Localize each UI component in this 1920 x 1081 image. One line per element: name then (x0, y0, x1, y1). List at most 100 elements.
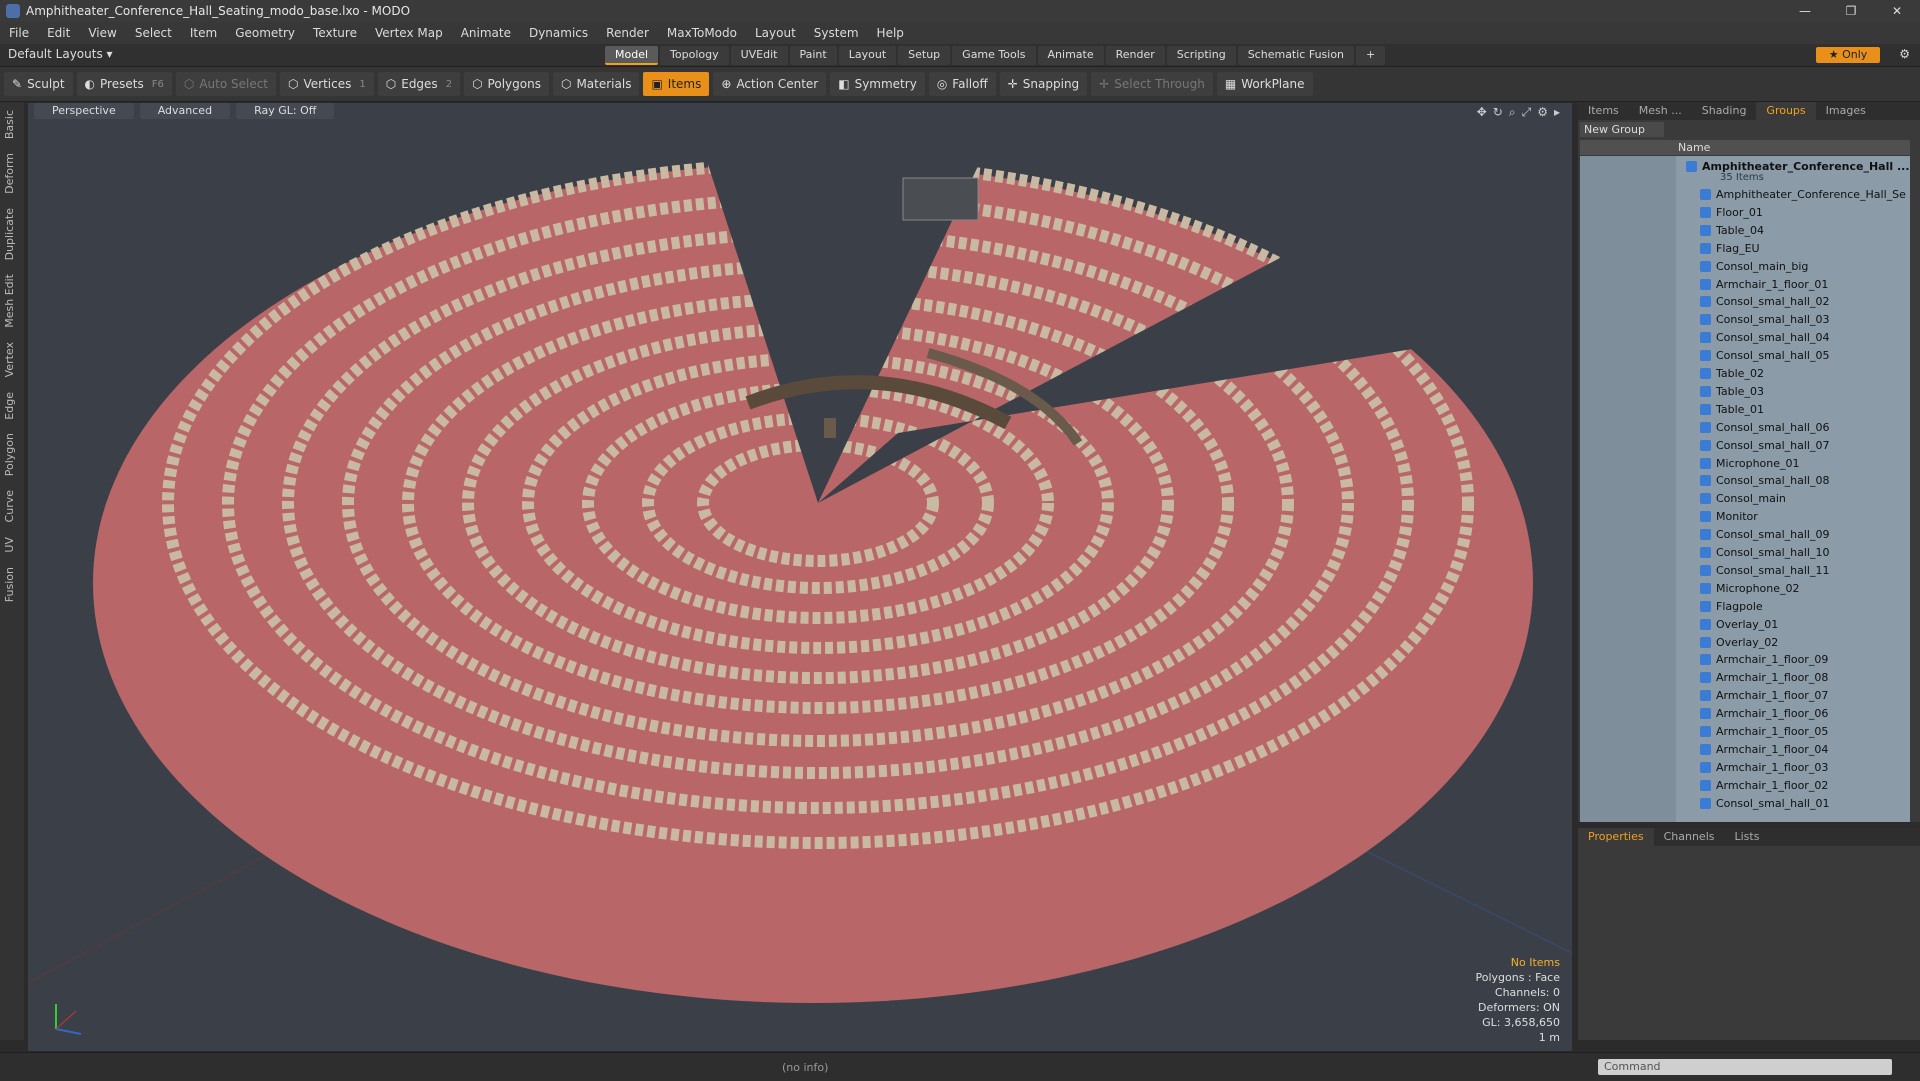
menu-select[interactable]: Select (126, 26, 181, 40)
tree-row[interactable]: Consol_smal_hall_08 (1580, 472, 1910, 490)
menu-geometry[interactable]: Geometry (226, 26, 304, 40)
group-root[interactable]: Amphitheater_Conference_Hall ... 35 Items (1580, 158, 1910, 183)
left-tab-curve[interactable]: Curve (3, 484, 16, 528)
tab-mesh[interactable]: Mesh ... (1629, 102, 1692, 120)
tree-row[interactable]: Overlay_01 (1580, 616, 1910, 634)
left-tab-uv[interactable]: UV (3, 531, 16, 559)
tab-lists[interactable]: Lists (1725, 828, 1770, 846)
tree-row[interactable]: Microphone_02 (1580, 580, 1910, 598)
only-button[interactable]: ★ Only (1816, 47, 1880, 63)
edges-button[interactable]: ⬡ Edges 2 (377, 72, 461, 96)
tree-row[interactable]: Armchair_1_floor_05 (1580, 723, 1910, 741)
menu-maxtomodo[interactable]: MaxToModo (658, 26, 746, 40)
rotate-view-icon[interactable]: ↻ (1493, 105, 1503, 120)
tab-properties[interactable]: Properties (1578, 828, 1654, 846)
left-tab-deform[interactable]: Deform (3, 147, 16, 200)
tree-row[interactable]: Microphone_01 (1580, 455, 1910, 473)
left-tab-duplicate[interactable]: Duplicate (3, 202, 16, 266)
move-view-icon[interactable]: ✥ (1477, 105, 1487, 120)
tab-model[interactable]: Model (605, 46, 659, 65)
select-through-button[interactable]: ✛ Select Through (1091, 72, 1213, 96)
tree-row[interactable]: Monitor (1580, 508, 1910, 526)
tab-shading[interactable]: Shading (1692, 102, 1757, 120)
tab-scripting[interactable]: Scripting (1166, 46, 1236, 65)
view-mode-button[interactable]: Perspective (34, 103, 134, 119)
tab-layout[interactable]: Layout (838, 46, 897, 65)
tree-row[interactable]: Table_02 (1580, 365, 1910, 383)
menu-dynamics[interactable]: Dynamics (520, 26, 597, 40)
tree-row[interactable]: Table_01 (1580, 401, 1910, 419)
tab-images[interactable]: Images (1816, 102, 1876, 120)
tree-row[interactable]: Armchair_1_floor_01 (1580, 276, 1910, 294)
tree-row[interactable]: Armchair_1_floor_02 (1580, 777, 1910, 795)
tab-groups[interactable]: Groups (1756, 102, 1816, 120)
falloff-button[interactable]: ◎ Falloff (928, 72, 996, 96)
workplane-button[interactable]: ▦ WorkPlane (1216, 72, 1313, 96)
left-tab-mesh-edit[interactable]: Mesh Edit (3, 268, 16, 334)
command-input[interactable]: Command (1598, 1059, 1892, 1075)
items-button[interactable]: ▣ Items (643, 72, 710, 96)
left-tab-vertex[interactable]: Vertex (3, 336, 16, 383)
left-tab-fusion[interactable]: Fusion (3, 561, 16, 608)
3d-viewport[interactable]: Perspective Advanced Ray GL: Off ✥ ↻ ⌕ ⤢… (28, 103, 1572, 1051)
symmetry-button[interactable]: ◧ Symmetry (830, 72, 925, 96)
menu-layout[interactable]: Layout (746, 26, 805, 40)
menu-edit[interactable]: Edit (38, 26, 79, 40)
tab-uvedit[interactable]: UVEdit (730, 46, 788, 65)
materials-button[interactable]: ⬡ Materials (552, 72, 640, 96)
tree-row[interactable]: Consol_smal_hall_04 (1580, 329, 1910, 347)
close-button[interactable]: ✕ (1874, 0, 1920, 22)
tab-topology[interactable]: Topology (660, 46, 729, 65)
menu-view[interactable]: View (79, 26, 125, 40)
new-group-button[interactable]: New Group (1580, 122, 1664, 137)
menu-texture[interactable]: Texture (304, 26, 366, 40)
left-tab-edge[interactable]: Edge (3, 386, 16, 426)
tree-row[interactable]: Consol_smal_hall_03 (1580, 311, 1910, 329)
viewport-menu-icon[interactable]: ▸ (1554, 105, 1560, 120)
sculpt-button[interactable]: ✎ Sculpt (4, 72, 73, 96)
tree-row[interactable]: Armchair_1_floor_03 (1580, 759, 1910, 777)
tree-row[interactable]: Flag_EU (1580, 240, 1910, 258)
menu-item[interactable]: Item (181, 26, 226, 40)
tab-items[interactable]: Items (1578, 102, 1629, 120)
tree-row[interactable]: Floor_01 (1580, 204, 1910, 222)
left-tab-polygon[interactable]: Polygon (3, 427, 16, 482)
maximize-button[interactable]: ❐ (1828, 0, 1874, 22)
vertices-button[interactable]: ⬡ Vertices 1 (280, 72, 374, 96)
layout-selector[interactable]: Default Layouts ▾ (8, 47, 113, 61)
action-center-button[interactable]: ⊕ Action Center (713, 72, 827, 96)
tab-animate[interactable]: Animate (1037, 46, 1104, 65)
tree-row[interactable]: Armchair_1_floor_04 (1580, 741, 1910, 759)
presets-button[interactable]: ◐ Presets F6 (76, 72, 172, 96)
raygl-button[interactable]: Ray GL: Off (236, 103, 335, 119)
tree-row[interactable]: Armchair_1_floor_09 (1580, 651, 1910, 669)
tab-game-tools[interactable]: Game Tools (952, 46, 1036, 65)
tree-row[interactable]: Overlay_02 (1580, 634, 1910, 652)
tab-schematic-fusion[interactable]: Schematic Fusion (1237, 46, 1355, 65)
tree-row[interactable]: Consol_smal_hall_05 (1580, 347, 1910, 365)
zoom-view-icon[interactable]: ⌕ (1509, 105, 1516, 120)
maximize-view-icon[interactable]: ⤢ (1522, 105, 1532, 120)
tab-render[interactable]: Render (1105, 46, 1165, 65)
tree-row[interactable]: Armchair_1_floor_06 (1580, 705, 1910, 723)
polygons-button[interactable]: ⬡ Polygons (464, 72, 549, 96)
snapping-button[interactable]: ✛ Snapping (999, 72, 1088, 96)
tab-channels[interactable]: Channels (1654, 828, 1725, 846)
tree-row[interactable]: Flagpole (1580, 598, 1910, 616)
tree-row[interactable]: Consol_main_big (1580, 258, 1910, 276)
menu-render[interactable]: Render (597, 26, 658, 40)
tree-row[interactable]: Armchair_1_floor_07 (1580, 687, 1910, 705)
gear-icon[interactable]: ⚙ (1899, 47, 1910, 61)
tree-row[interactable]: Amphitheater_Conference_Hall_Se ... (1580, 186, 1910, 204)
tab-paint[interactable]: Paint (789, 46, 837, 65)
add-tab-button[interactable]: + (1356, 46, 1386, 65)
tree-row[interactable]: Consol_smal_hall_10 (1580, 544, 1910, 562)
tree-row[interactable]: Consol_smal_hall_09 (1580, 526, 1910, 544)
tree-row[interactable]: Armchair_1_floor_08 (1580, 669, 1910, 687)
tree-row[interactable]: Consol_smal_hall_02 (1580, 293, 1910, 311)
left-tab-basic[interactable]: Basic (3, 104, 16, 145)
viewport-gear-icon[interactable]: ⚙ (1537, 105, 1548, 120)
tree-row[interactable]: Consol_smal_hall_07 (1580, 437, 1910, 455)
tree-row[interactable]: Consol_smal_hall_06 (1580, 419, 1910, 437)
tree-row[interactable]: Table_03 (1580, 383, 1910, 401)
